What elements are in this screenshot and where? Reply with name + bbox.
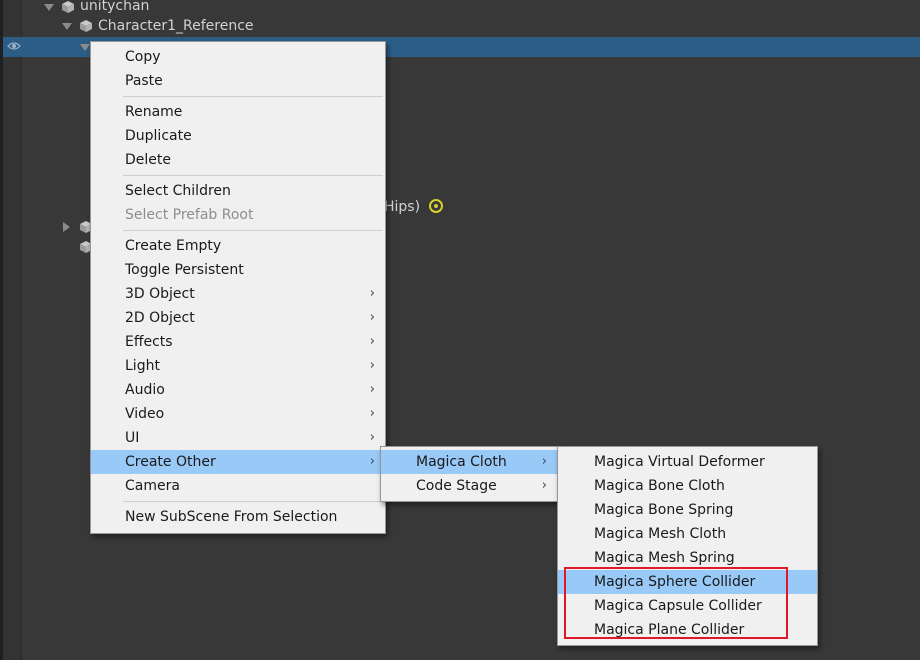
tree-item-hips-fragment[interactable]: Hips) <box>384 197 420 217</box>
menu-item-label: UI <box>125 430 140 446</box>
menu-item-new-subscene[interactable]: New SubScene From Selection <box>91 505 385 529</box>
expand-arrow-icon[interactable] <box>80 44 90 51</box>
menu-item-video[interactable]: Video › <box>91 402 385 426</box>
menu-item-3d-object[interactable]: 3D Object › <box>91 282 385 306</box>
menu-item-label: Select Prefab Root <box>125 207 254 223</box>
menu-item-label: Magica Bone Spring <box>594 502 734 518</box>
menu-item-paste[interactable]: Paste <box>91 69 385 93</box>
menu-item-toggle-persistent[interactable]: Toggle Persistent <box>91 258 385 282</box>
menu-item-magica-bone-spring[interactable]: Magica Bone Spring <box>558 498 817 522</box>
menu-separator <box>123 175 383 176</box>
tree-item-unitychan[interactable]: unitychan <box>80 0 149 16</box>
menu-item-label: Video <box>125 406 165 422</box>
menu-item-select-prefab-root: Select Prefab Root <box>91 203 385 227</box>
menu-item-label: Light <box>125 358 160 374</box>
menu-item-rename[interactable]: Rename <box>91 100 385 124</box>
tree-item-character-reference[interactable]: Character1_Reference <box>98 16 254 36</box>
expand-arrow-icon[interactable] <box>62 23 72 30</box>
menu-item-magica-bone-cloth[interactable]: Magica Bone Cloth <box>558 474 817 498</box>
menu-item-magica-cloth[interactable]: Magica Cloth › <box>381 450 557 474</box>
menu-item-label: Magica Mesh Spring <box>594 550 735 566</box>
menu-item-label: Audio <box>125 382 165 398</box>
menu-item-create-other[interactable]: Create Other › <box>91 450 385 474</box>
menu-item-label: Create Other <box>125 454 216 470</box>
menu-item-label: Paste <box>125 73 163 89</box>
chevron-right-icon: › <box>541 454 547 469</box>
menu-item-duplicate[interactable]: Duplicate <box>91 124 385 148</box>
chevron-right-icon: › <box>369 454 375 469</box>
visibility-gutter <box>3 0 22 660</box>
menu-item-2d-object[interactable]: 2D Object › <box>91 306 385 330</box>
target-icon <box>429 199 443 213</box>
cube-icon <box>62 1 74 13</box>
menu-item-code-stage[interactable]: Code Stage › <box>381 474 557 498</box>
menu-item-label: Toggle Persistent <box>125 262 244 278</box>
menu-item-label: Effects <box>125 334 173 350</box>
menu-item-label: Magica Cloth <box>416 454 507 470</box>
menu-item-magica-virtual-deformer[interactable]: Magica Virtual Deformer <box>558 450 817 474</box>
menu-item-label: Create Empty <box>125 238 222 254</box>
menu-separator <box>123 230 383 231</box>
menu-item-ui[interactable]: UI › <box>91 426 385 450</box>
menu-item-label: 2D Object <box>125 310 195 326</box>
menu-item-label: Code Stage <box>416 478 497 494</box>
menu-item-label: Copy <box>125 49 161 65</box>
collapsed-arrow-icon[interactable] <box>63 222 70 232</box>
menu-item-copy[interactable]: Copy <box>91 45 385 69</box>
cube-icon <box>80 20 92 32</box>
menu-item-magica-mesh-cloth[interactable]: Magica Mesh Cloth <box>558 522 817 546</box>
collider-annotation-box <box>564 567 788 639</box>
menu-item-label: Magica Bone Cloth <box>594 478 725 494</box>
chevron-right-icon: › <box>369 358 375 373</box>
chevron-right-icon: › <box>369 406 375 421</box>
chevron-right-icon: › <box>369 310 375 325</box>
menu-item-label: Camera <box>125 478 180 494</box>
chevron-right-icon: › <box>369 286 375 301</box>
menu-item-camera[interactable]: Camera <box>91 474 385 498</box>
menu-item-label: Magica Mesh Cloth <box>594 526 727 542</box>
menu-item-label: Rename <box>125 104 183 120</box>
menu-separator <box>123 501 383 502</box>
context-menu: Copy Paste Rename Duplicate Delete Selec… <box>90 41 386 534</box>
menu-item-label: New SubScene From Selection <box>125 509 338 525</box>
menu-item-label: Magica Virtual Deformer <box>594 454 765 470</box>
expand-arrow-icon[interactable] <box>44 4 54 11</box>
menu-item-label: Select Children <box>125 183 231 199</box>
create-other-submenu: Magica Cloth › Code Stage › <box>380 446 558 502</box>
menu-item-audio[interactable]: Audio › <box>91 378 385 402</box>
chevron-right-icon: › <box>369 334 375 349</box>
menu-separator <box>123 96 383 97</box>
menu-item-effects[interactable]: Effects › <box>91 330 385 354</box>
menu-item-delete[interactable]: Delete <box>91 148 385 172</box>
chevron-right-icon: › <box>541 478 547 493</box>
menu-item-light[interactable]: Light › <box>91 354 385 378</box>
menu-item-select-children[interactable]: Select Children <box>91 179 385 203</box>
chevron-right-icon: › <box>369 430 375 445</box>
menu-item-label: Duplicate <box>125 128 192 144</box>
menu-item-label: 3D Object <box>125 286 195 302</box>
eye-icon[interactable] <box>7 41 21 51</box>
menu-item-create-empty[interactable]: Create Empty <box>91 234 385 258</box>
chevron-right-icon: › <box>369 382 375 397</box>
menu-item-label: Delete <box>125 152 171 168</box>
